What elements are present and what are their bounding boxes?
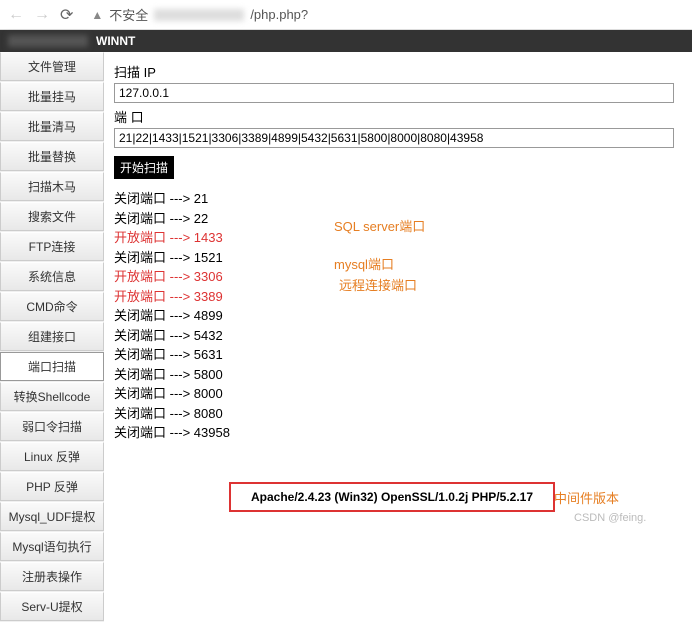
result-line: 关闭端口 ---> 21	[114, 189, 682, 209]
sidebar-item-10[interactable]: 端口扫描	[0, 352, 104, 381]
server-info-box: Apache/2.4.23 (Win32) OpenSSL/1.0.2j PHP…	[229, 482, 555, 512]
result-line: 关闭端口 ---> 43958	[114, 423, 682, 443]
page-header: WINNT	[0, 30, 692, 52]
sidebar-item-11[interactable]: 转换Shellcode	[0, 382, 104, 411]
url-host-blur	[154, 9, 244, 21]
warning-icon: ▲	[91, 8, 103, 22]
result-line: 关闭端口 ---> 4899	[114, 306, 682, 326]
result-line: 关闭端口 ---> 1521	[114, 248, 682, 268]
forward-icon[interactable]: →	[34, 6, 50, 24]
main-panel: 扫描 IP 端 口 开始扫描 关闭端口 ---> 21关闭端口 ---> 22开…	[104, 52, 692, 622]
server-info: Apache/2.4.23 (Win32) OpenSSL/1.0.2j PHP…	[251, 490, 533, 504]
url-path: /php.php?	[250, 7, 308, 22]
sidebar-item-4[interactable]: 扫描木马	[0, 172, 104, 201]
sidebar-item-9[interactable]: 组建接口	[0, 322, 104, 351]
sidebar-item-18[interactable]: Serv-U提权	[0, 592, 104, 621]
sidebar-item-7[interactable]: 系统信息	[0, 262, 104, 291]
sidebar-item-5[interactable]: 搜索文件	[0, 202, 104, 231]
result-line: 关闭端口 ---> 8080	[114, 404, 682, 424]
back-icon[interactable]: ←	[8, 6, 24, 24]
sidebar-item-8[interactable]: CMD命令	[0, 292, 104, 321]
port-label: 端 口	[114, 107, 682, 126]
browser-toolbar: ← → ⟳ ▲ 不安全 /php.php?	[0, 0, 692, 30]
sidebar-item-13[interactable]: Linux 反弹	[0, 442, 104, 471]
result-line: 关闭端口 ---> 5800	[114, 365, 682, 385]
annotation-sqlserver: SQL server端口	[334, 216, 425, 235]
sidebar-item-3[interactable]: 批量替换	[0, 142, 104, 171]
insecure-label: 不安全	[109, 5, 148, 24]
sidebar-item-12[interactable]: 弱口令扫描	[0, 412, 104, 441]
watermark: CSDN @feing.	[574, 512, 646, 524]
header-title: WINNT	[96, 34, 135, 48]
annotation-mysql: mysql端口	[334, 254, 394, 273]
sidebar: 文件管理批量挂马批量清马批量替换扫描木马搜索文件FTP连接系统信息CMD命令组建…	[0, 52, 104, 622]
address-bar[interactable]: ▲ 不安全 /php.php?	[91, 5, 308, 24]
scan-button[interactable]: 开始扫描	[114, 156, 174, 179]
ip-label: 扫描 IP	[114, 62, 682, 81]
result-line: 关闭端口 ---> 8000	[114, 384, 682, 404]
sidebar-item-16[interactable]: Mysql语句执行	[0, 532, 104, 561]
sidebar-item-6[interactable]: FTP连接	[0, 232, 104, 261]
header-blur	[8, 35, 88, 47]
sidebar-item-2[interactable]: 批量清马	[0, 112, 104, 141]
ip-input[interactable]	[114, 83, 674, 103]
sidebar-item-14[interactable]: PHP 反弹	[0, 472, 104, 501]
sidebar-item-15[interactable]: Mysql_UDF提权	[0, 502, 104, 531]
sidebar-item-0[interactable]: 文件管理	[0, 52, 104, 81]
result-line: 关闭端口 ---> 5432	[114, 326, 682, 346]
annotation-rdp: 远程连接端口	[339, 275, 417, 294]
sidebar-item-17[interactable]: 注册表操作	[0, 562, 104, 591]
result-line: 关闭端口 ---> 5631	[114, 345, 682, 365]
reload-icon[interactable]: ⟳	[60, 5, 73, 25]
sidebar-item-1[interactable]: 批量挂马	[0, 82, 104, 111]
port-input[interactable]	[114, 128, 674, 148]
annotation-middleware: 中间件版本	[554, 488, 619, 507]
